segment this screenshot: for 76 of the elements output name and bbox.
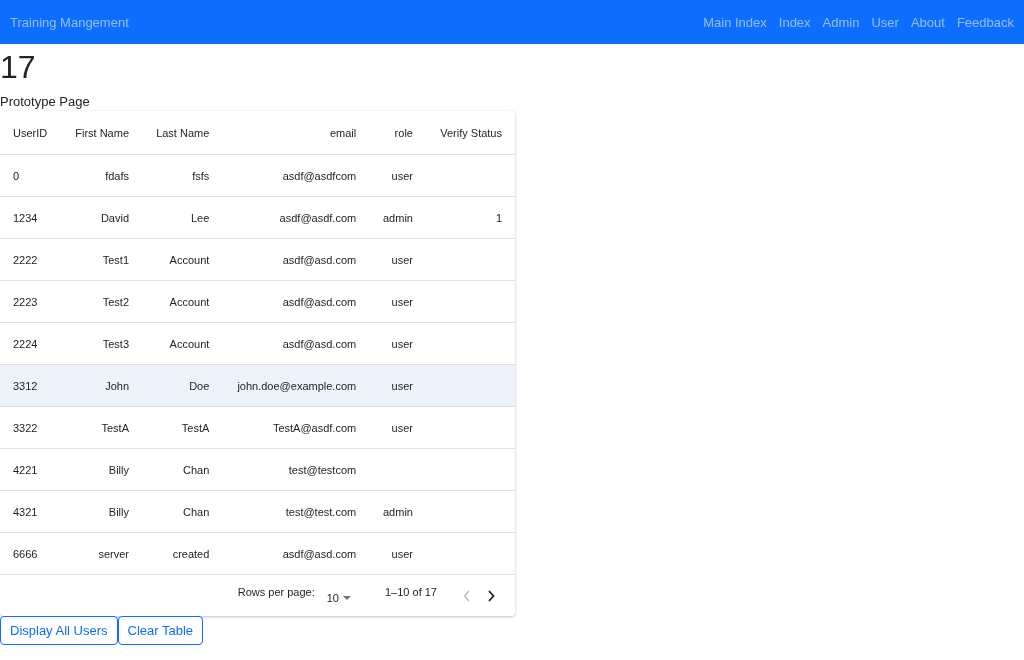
action-button[interactable]: Clear Table [117,616,204,645]
column-header: email [222,111,370,155]
table-cell: asdf@asd.com [222,280,370,323]
page-range: 1–10 of 17 [385,585,437,598]
table-cell: 4221 [0,448,62,491]
table-cell: user [369,154,426,197]
table-cell: john.doe@example.com [222,364,370,407]
page-subtitle: Prototype Page [0,94,91,109]
table-cell: user [369,322,426,365]
table-cell: user [369,364,426,407]
table-cell: Test1 [61,238,142,281]
table-cell: Billy [61,448,142,491]
table-cell: 3322 [0,406,62,449]
table-cell: 3312 [0,364,62,407]
table-cell: Account [142,238,223,281]
table-cell: user [369,406,426,449]
table-cell: Chan [142,490,223,533]
table-cell: fdafs [61,154,142,197]
caret-icon [343,595,351,600]
table-cell: Doe [142,364,223,407]
table-cell: Billy [61,490,142,533]
table-row[interactable]: 3322 TestA TestA TestA@asdf.com user [0,406,515,449]
table-cell: user [369,238,426,281]
table-row[interactable]: 2224 Test3 Account asdf@asd.com user [0,322,515,365]
table-cell: asdf@asd.com [222,532,370,575]
table-cell: asdf@asdf.com [222,196,370,239]
table-cell: admin [369,196,426,239]
column-header: First Name [61,111,142,155]
chevron-left-icon [463,589,471,602]
column-header: UserID [0,111,62,155]
page-heading: 17 [0,48,37,86]
column-header: Verify Status [425,111,515,155]
table-cell: fsfs [142,154,223,197]
table-cell: Lee [142,196,223,239]
table-cell: asdf@asd.com [222,322,370,365]
table-cell: Chan [142,448,223,491]
table-cell: created [142,532,223,575]
table-cell: admin [369,490,426,533]
table-cell: test@test.com [222,490,370,533]
table-cell: 2223 [0,280,62,323]
table-cell: Account [142,280,223,323]
table-cell: asdf@asdfcom [222,154,370,197]
table-row[interactable]: 1234 David Lee asdf@asdf.com admin 1 [0,196,515,239]
table-cell: 1234 [0,196,62,239]
table-cell: 0 [0,154,62,197]
table-cell: TestA [142,406,223,449]
table-cell: Test2 [61,280,142,323]
table-row[interactable]: 4221 Billy Chan test@testcom [0,448,515,491]
table-cell: 4321 [0,490,62,533]
table-row[interactable]: 4321 Billy Chan test@test.com admin [0,490,515,533]
table-row[interactable]: 0 fdafs fsfs asdf@asdfcom user [0,154,515,197]
table-cell: 2222 [0,238,62,281]
table-cell: TestA [61,406,142,449]
rows-per-page-label: Rows per page: [237,585,315,598]
table-row[interactable]: 6666 server created asdf@asd.com user [0,532,515,575]
table-row[interactable]: 3312 John Doe john.doe@example.com user [0,364,515,407]
table-row[interactable]: 2223 Test2 Account asdf@asd.com user [0,280,515,323]
rows-per-page-select[interactable]: 10 [326,587,351,604]
column-header: role [369,111,426,155]
table-cell: 1 [425,196,515,239]
table-cell: asdf@asd.com [222,238,370,281]
table-cell: test@testcom [222,448,370,491]
table-cell: TestA@asdf.com [222,406,370,449]
table-cell: David [61,196,142,239]
table-cell: Account [142,322,223,365]
table-cell: server [61,532,142,575]
table-cell: John [61,364,142,407]
table-cell: Test3 [61,322,142,365]
action-button[interactable]: Display All Users [0,616,118,645]
column-header: Last Name [142,111,223,155]
table-cell: 2224 [0,322,62,365]
table-cell: user [369,280,426,323]
chevron-right-icon [487,589,495,602]
table-cell: 6666 [0,532,62,575]
table-cell: user [369,532,426,575]
table-row[interactable]: 2222 Test1 Account asdf@asd.com user [0,238,515,281]
